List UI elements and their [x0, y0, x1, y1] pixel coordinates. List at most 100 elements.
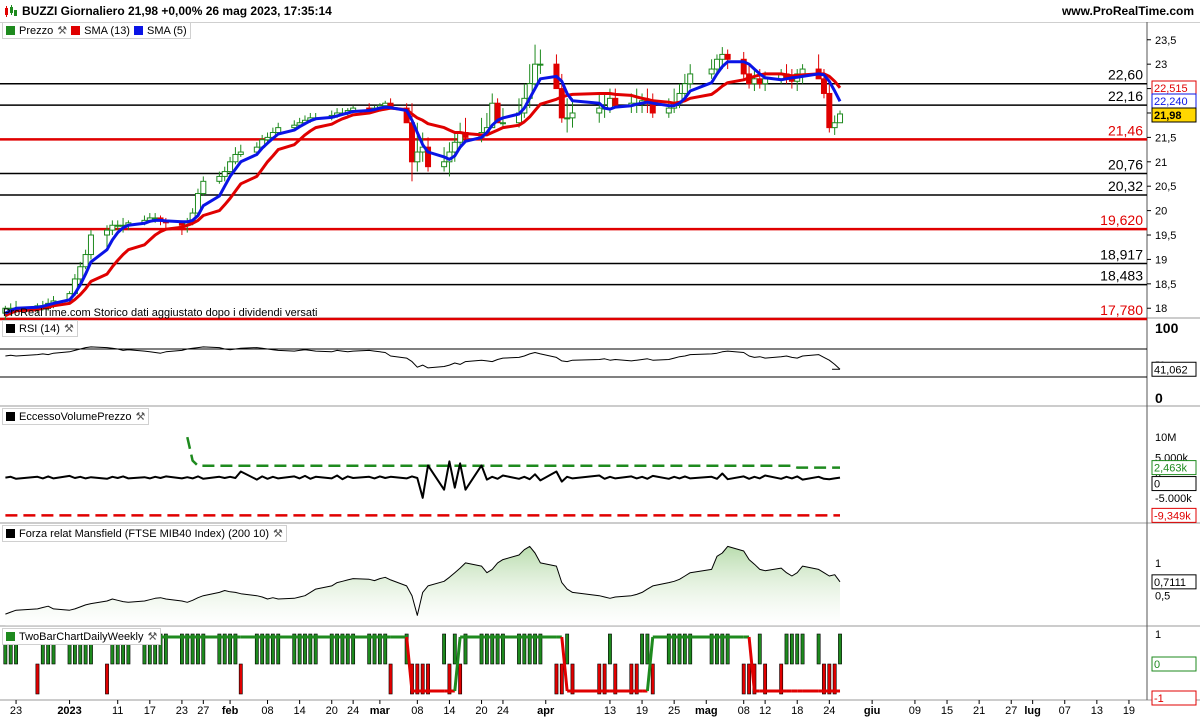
twobar-tick-label-0: 1 — [1155, 629, 1161, 641]
candle-body — [719, 53, 726, 60]
daily-bar — [105, 663, 109, 695]
x-tick-label-28: 21 — [973, 705, 985, 717]
mansfield-legend[interactable]: Forza relat Mansfield (FTSE MIB40 Index)… — [2, 525, 287, 542]
daily-bar — [757, 633, 762, 665]
wrench-icon[interactable]: ⚒ — [64, 322, 74, 335]
candle-body — [499, 122, 506, 125]
twobar-daily-last-badge: 0 — [1154, 659, 1160, 671]
x-tick-label-8: 14 — [294, 705, 306, 717]
level-label-7: 18,483 — [1100, 268, 1143, 284]
x-tick-label-5: 27 — [197, 705, 209, 717]
daily-bar — [838, 633, 842, 665]
candle-body — [82, 254, 89, 268]
candle-body — [681, 83, 688, 94]
adjusted-data-note: ProRealTime.com Storico dati aggiustato … — [3, 307, 318, 319]
daily-bar — [554, 663, 559, 695]
candle-body — [569, 112, 576, 119]
daily-bar — [795, 633, 800, 665]
candle-body — [227, 161, 234, 173]
price-tick-label-8: 19,5 — [1155, 230, 1176, 242]
x-tick-label-1: 2023 — [57, 705, 81, 717]
candle-body — [606, 97, 613, 109]
level-label-3: 20,76 — [1108, 157, 1143, 173]
daily-bar — [458, 663, 463, 695]
daily-bar — [640, 633, 644, 665]
x-tick-label-2: 11 — [112, 705, 123, 717]
x-tick-label-16: apr — [537, 705, 555, 717]
daily-bar — [388, 663, 393, 695]
level-label-6: 18,917 — [1100, 246, 1143, 262]
candle-body — [799, 68, 806, 75]
chart-canvas[interactable]: 23,52322,52221,52120,52019,51918,51822,6… — [0, 0, 1200, 720]
candle-body — [275, 127, 282, 134]
price-tick-label-0: 23,5 — [1155, 35, 1176, 47]
x-tick-label-27: 15 — [941, 705, 953, 717]
price-swatch — [6, 26, 15, 35]
price-tick-label-11: 18 — [1155, 303, 1167, 315]
daily-bar — [559, 663, 564, 695]
price-tick-label-6: 20,5 — [1155, 181, 1176, 193]
x-tick-label-11: mar — [370, 705, 391, 717]
rsi-tick-label-0: 100 — [1155, 320, 1179, 336]
wrench-icon[interactable]: ⚒ — [273, 527, 283, 540]
x-tick-label-26: 09 — [909, 705, 921, 717]
price-tick-label-10: 18,5 — [1155, 279, 1176, 291]
candle-body — [221, 171, 228, 177]
sma5-swatch — [133, 26, 143, 35]
wrench-icon[interactable]: ⚒ — [148, 630, 158, 643]
price-tick-label-4: 21,5 — [1155, 132, 1176, 144]
daily-bar — [816, 633, 821, 665]
candle-body — [665, 107, 672, 114]
candle-body — [104, 229, 111, 236]
candle-body — [382, 102, 389, 107]
x-tick-label-33: 19 — [1123, 705, 1135, 717]
sma13-swatch — [71, 26, 81, 35]
level-label-0: 22,60 — [1108, 67, 1143, 83]
volume-legend[interactable]: EccessoVolumePrezzo ⚒ — [2, 408, 150, 425]
x-tick-label-19: 25 — [668, 705, 680, 717]
mansfield-tick-label-0: 1 — [1155, 558, 1161, 570]
wrench-icon[interactable]: ⚒ — [57, 24, 67, 37]
daily-bar — [741, 663, 746, 695]
x-tick-label-9: 20 — [326, 705, 338, 717]
volume-upper-last-badge: 2,463k — [1154, 463, 1188, 475]
sma13-legend-label: SMA (13) — [84, 24, 130, 37]
x-tick-label-4: 23 — [176, 705, 188, 717]
mansfield-last-value-badge: 0,7111 — [1154, 577, 1186, 589]
twobar-legend[interactable]: TwoBarChartDailyWeekly ⚒ — [2, 628, 162, 645]
candle-body — [564, 117, 571, 120]
candle-body — [109, 224, 116, 231]
x-tick-label-21: 08 — [738, 705, 750, 717]
candle-body — [558, 88, 565, 119]
level-label-8: 17,780 — [1100, 302, 1143, 318]
volume-upper-band — [186, 436, 840, 469]
daily-bar — [452, 633, 457, 665]
twobar-swatch — [6, 632, 15, 641]
twobar-legend-label: TwoBarChartDailyWeekly — [19, 630, 144, 643]
daily-bar — [608, 633, 612, 665]
x-tick-label-24: 24 — [823, 705, 835, 717]
rsi-line — [5, 346, 841, 370]
x-tick-label-14: 20 — [475, 705, 487, 717]
rsi-legend[interactable]: RSI (14) ⚒ — [2, 320, 78, 337]
rsi-last-value-badge: 41,062 — [1154, 364, 1188, 376]
x-tick-label-13: 14 — [443, 705, 455, 717]
x-tick-label-31: 07 — [1059, 705, 1071, 717]
x-tick-label-0: 23 — [10, 705, 22, 717]
candle-body — [216, 175, 223, 182]
candle-body — [612, 97, 619, 107]
daily-bar — [650, 663, 655, 695]
price-legend-label: Prezzo — [19, 24, 54, 37]
wrench-icon[interactable]: ⚒ — [136, 410, 146, 423]
candle-body — [687, 73, 694, 85]
candle-body — [264, 136, 271, 141]
volume-swatch — [6, 412, 15, 421]
daily-bar — [565, 633, 570, 665]
price-legend[interactable]: Prezzo ⚒ SMA (13) SMA (5) — [2, 22, 191, 39]
x-tick-label-30: lug — [1024, 705, 1041, 717]
x-tick-label-22: 12 — [759, 705, 771, 717]
daily-bar — [645, 633, 650, 665]
x-tick-label-15: 24 — [497, 705, 509, 717]
mansfield-swatch — [6, 529, 15, 538]
daily-bar — [800, 633, 805, 665]
